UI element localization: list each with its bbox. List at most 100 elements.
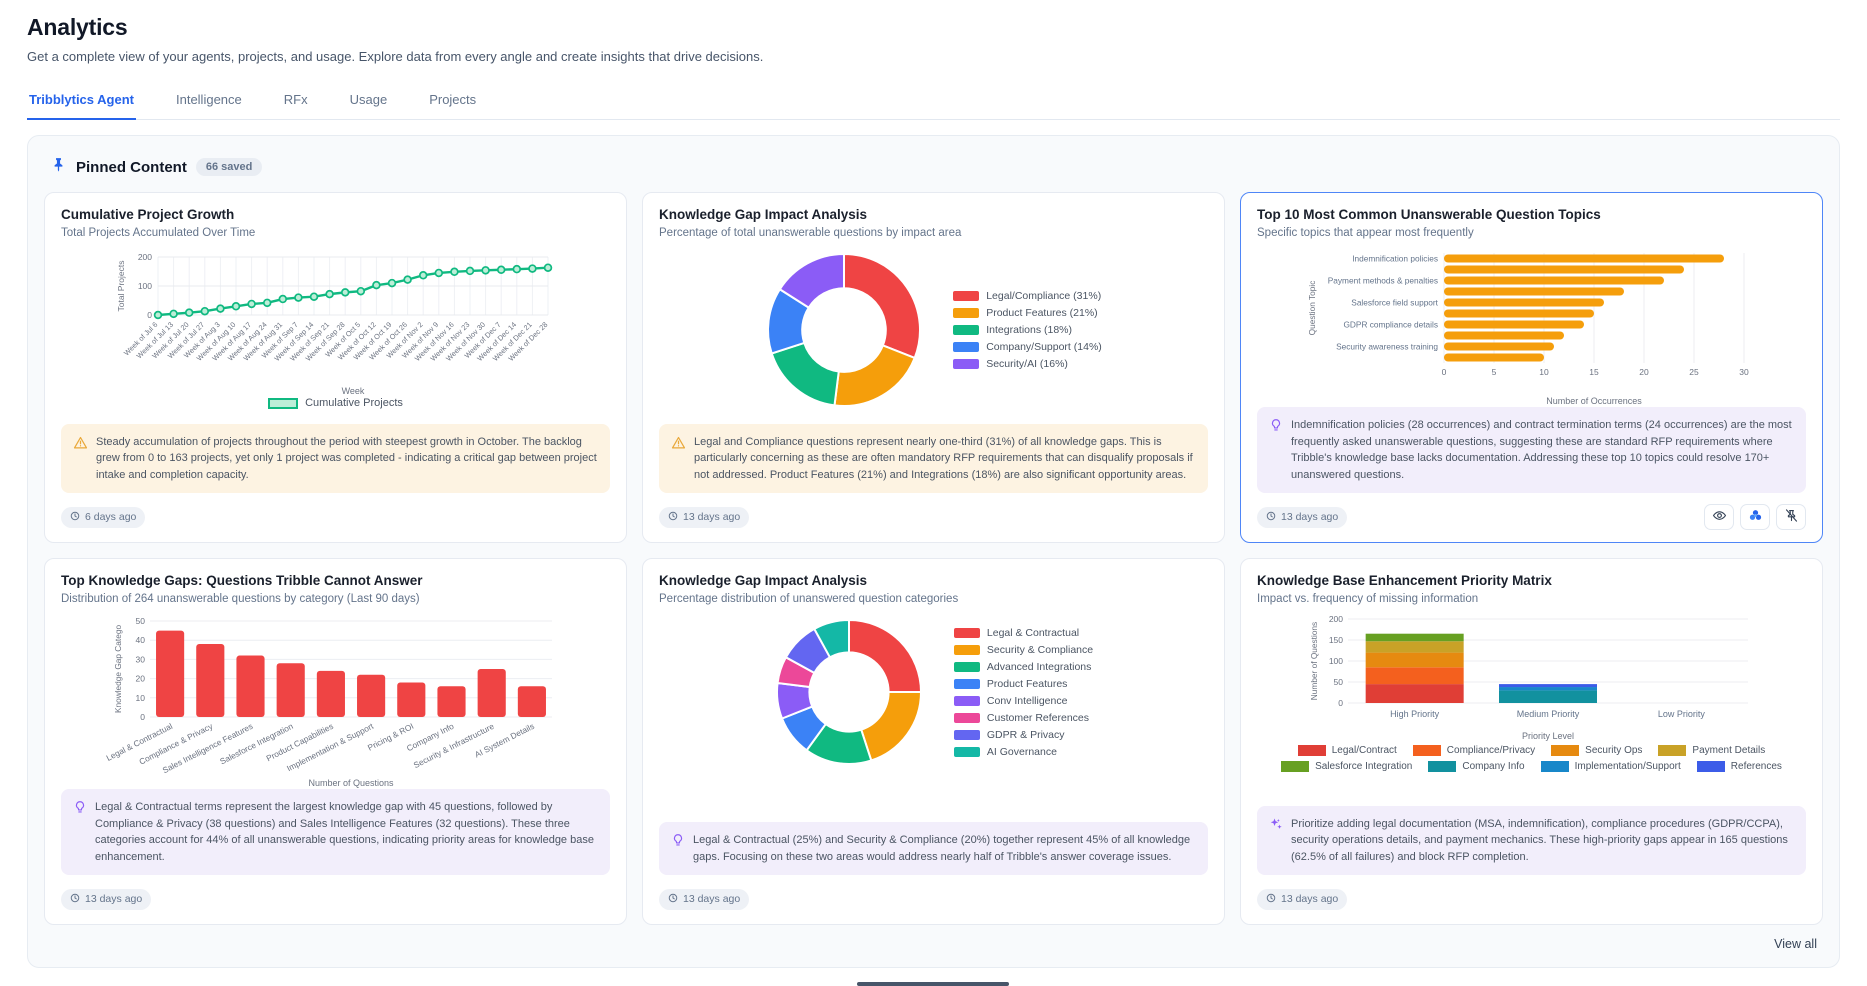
unpin-icon [1784,508,1799,526]
sparkles-icon [1269,816,1283,866]
legend-item: References [1697,761,1782,772]
insight-box: Legal and Compliance questions represent… [659,424,1208,494]
pinned-card[interactable]: Knowledge Base Enhancement Priority Matr… [1240,558,1823,925]
pinned-card[interactable]: Knowledge Gap Impact AnalysisPercentage … [642,192,1225,543]
timestamp-text: 13 days ago [85,893,142,905]
svg-text:0: 0 [140,712,145,722]
legend-label: Product Features (21%) [986,307,1097,319]
svg-text:Indemnification policies: Indemnification policies [1352,254,1438,264]
svg-text:Payment methods & penalties: Payment methods & penalties [1327,276,1437,286]
insight-box: Legal & Contractual terms represent the … [61,789,610,875]
bar-stacked-chart: 050100150200High PriorityMedium Priority… [1257,613,1806,782]
legend-swatch [954,679,980,689]
card-subtitle: Specific topics that appear most frequen… [1257,227,1806,239]
svg-text:Salesforce field support: Salesforce field support [1351,298,1438,308]
legend-item: AI Governance [954,746,1093,758]
svg-text:40: 40 [135,635,145,645]
svg-text:50: 50 [135,616,145,626]
svg-text:Priority Level: Priority Level [1521,731,1573,741]
svg-text:10: 10 [1539,367,1549,377]
legend-swatch [954,730,980,740]
legend-label: Advanced Integrations [987,661,1092,673]
card-subtitle: Percentage distribution of unanswered qu… [659,593,1208,605]
tab-intelligence[interactable]: Intelligence [174,84,244,119]
legend-swatch [268,398,298,409]
pie-chart: Legal/Compliance (31%)Product Features (… [659,247,1208,421]
clock-icon [1266,511,1276,524]
unpin-button[interactable] [1776,504,1806,530]
chart-legend: Cumulative Projects [61,397,610,409]
insight-text: Prioritize adding legal documentation (M… [1291,816,1794,866]
insight-text: Steady accumulation of projects througho… [96,434,598,484]
card-title: Knowledge Gap Impact Analysis [659,573,1208,588]
view-all-link[interactable]: View all [1774,937,1817,951]
insights-icon [1748,508,1763,526]
legend-swatch [953,325,979,335]
warning-icon [671,434,686,484]
view-button[interactable] [1704,504,1734,530]
insight-box: Indemnification policies (28 occurrences… [1257,407,1806,493]
legend-label: GDPR & Privacy [987,729,1065,741]
legend-label: Integrations (18%) [986,324,1072,336]
svg-text:50: 50 [1333,677,1343,687]
svg-text:100: 100 [1328,656,1342,666]
insight-text: Legal and Compliance questions represent… [694,434,1196,484]
bar-chart: 01020304050Legal & ContractualCompliance… [61,613,610,789]
insight-box: Legal & Contractual (25%) and Security &… [659,822,1208,875]
legend-swatch [954,628,980,638]
svg-text:Number of Occurrences: Number of Occurrences [1546,396,1642,406]
card-subtitle: Percentage of total unanswerable questio… [659,227,1208,239]
tab-projects[interactable]: Projects [427,84,478,119]
card-footer: 6 days ago [61,504,610,530]
svg-text:200: 200 [1328,614,1342,624]
svg-text:0: 0 [147,310,152,320]
pinned-card[interactable]: Top Knowledge Gaps: Questions Tribble Ca… [44,558,627,925]
legend-item: Company Info [1428,761,1524,772]
legend-item: Security & Compliance [954,644,1093,656]
eye-icon [1712,508,1727,526]
svg-text:200: 200 [137,252,151,262]
pinned-card[interactable]: Knowledge Gap Impact Analysis Percentage … [642,558,1225,925]
legend-item: Legal/Contract [1298,745,1397,756]
chart-legend: Legal/ContractCompliance/PrivacySecurity… [1257,745,1806,772]
legend-item: Customer References [954,712,1093,724]
legend-item: Salesforce Integration [1281,761,1412,772]
lightbulb-icon [671,832,685,865]
timestamp-text: 13 days ago [683,511,740,523]
legend-item: Security/AI (16%) [953,358,1102,370]
legend-label: Legal & Contractual [987,627,1079,639]
svg-text:30: 30 [135,654,145,664]
card-title: Cumulative Project Growth [61,207,610,222]
svg-text:15: 15 [1589,367,1599,377]
panel-title: Pinned Content [76,159,187,176]
pinned-card[interactable]: Cumulative Project GrowthTotal Projects … [44,192,627,543]
pinned-card[interactable]: Top 10 Most Common Unanswerable Question… [1240,192,1823,543]
insights-button[interactable] [1740,504,1770,530]
legend-item: GDPR & Privacy [954,729,1093,741]
horizontal-scrollbar-thumb[interactable] [857,982,1009,986]
legend-item: Company/Support (14%) [953,341,1102,353]
pie-chart: Legal & Contractual Security & Compliance… [659,613,1208,779]
card-footer: 13 days ago [61,886,610,912]
legend-item: Product Features (21%) [953,307,1102,319]
legend-label: Customer References [987,712,1089,724]
svg-text:150: 150 [1328,635,1342,645]
legend-label: Conv Intelligence [987,695,1068,707]
card-actions [1704,504,1806,530]
saved-count-badge: 66 saved [196,158,262,176]
legend-label: Legal/Contract [1332,745,1397,756]
legend-label: References [1731,761,1782,772]
tab-rfx[interactable]: RFx [282,84,310,119]
legend-label: Payment Details [1692,745,1765,756]
panel-footer: View all [44,925,1823,957]
tab-tribblytics-agent[interactable]: Tribblytics Agent [27,84,136,120]
page-subtitle: Get a complete view of your agents, proj… [27,49,1840,64]
svg-text:High Priority: High Priority [1390,709,1440,719]
svg-text:Question Topic: Question Topic [1307,281,1317,336]
legend-item: Implementation/Support [1541,761,1681,772]
legend-label: Company/Support (14%) [986,341,1102,353]
analytics-page: Analytics Get a complete view of your ag… [0,0,1867,968]
tab-usage[interactable]: Usage [348,84,390,119]
legend-swatch [1281,761,1309,772]
legend-label: Product Features [987,678,1068,690]
